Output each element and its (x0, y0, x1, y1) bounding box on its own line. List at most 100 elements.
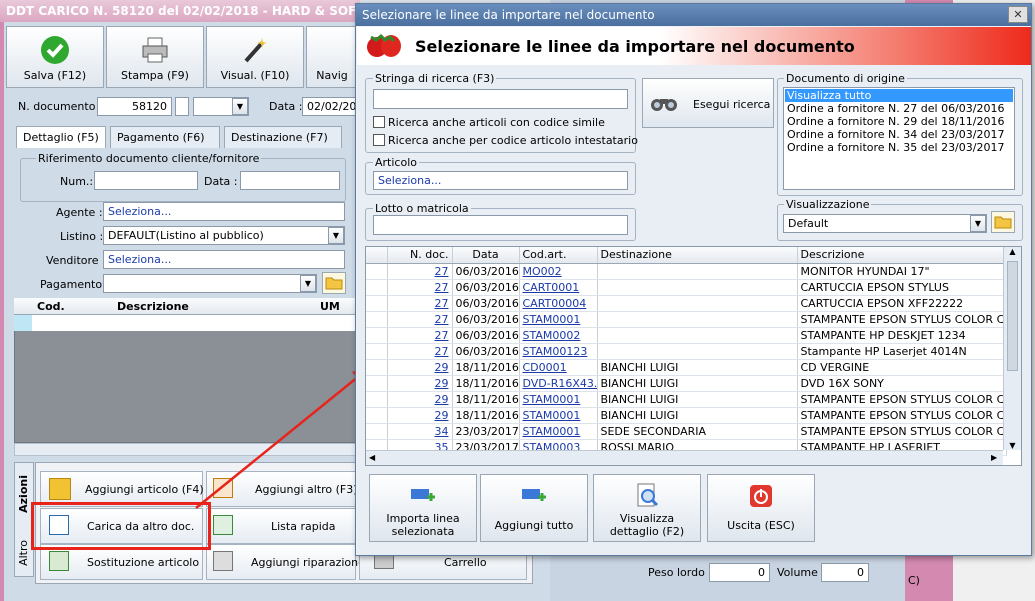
scroll-thumb[interactable] (1007, 261, 1018, 371)
cell-article-code-text[interactable]: STAM0001 (523, 425, 581, 438)
cell-doc-number-text[interactable]: 29 (435, 361, 449, 374)
table-row[interactable]: 27 06/03/2016 MO002 MONITOR HYUNDAI 17" (366, 263, 1007, 280)
origin-item[interactable]: Ordine a fornitore N. 34 del 23/03/2017 (785, 128, 1013, 141)
table-row[interactable]: 29 18/11/2016 DVD-R16X43... BIANCHI LUIGI DV… (366, 375, 1007, 392)
row-selector[interactable] (366, 359, 388, 376)
lot-input[interactable] (373, 215, 628, 235)
table-row[interactable]: 27 06/03/2016 CART00004 CARTUCCIA EPSON XFF… (366, 295, 1007, 312)
cell-destination[interactable] (597, 263, 798, 280)
origin-item-all[interactable]: Visualizza tutto (785, 89, 1013, 102)
cell-destination[interactable] (597, 343, 798, 360)
col-date[interactable]: Data (452, 247, 520, 264)
horizontal-scrollbar[interactable]: ◀ ▶ (366, 450, 1003, 465)
similar-code-checkbox[interactable] (373, 116, 385, 128)
cell-doc-number[interactable]: 29 (387, 359, 453, 376)
cell-doc-number[interactable]: 27 (387, 343, 453, 360)
results-grid[interactable]: N. doc. Data Cod.art. Destinazione Descr… (365, 246, 1022, 466)
article-field[interactable]: Seleziona... (373, 171, 628, 190)
cell-article-code[interactable]: STAM00123 (519, 343, 598, 360)
cell-destination[interactable]: BIANCHI LUIGI (597, 407, 798, 424)
cell-doc-number[interactable]: 27 (387, 327, 453, 344)
cell-article-code[interactable]: STAM0001 (519, 391, 598, 408)
cell-doc-number[interactable]: 29 (387, 375, 453, 392)
import-selected-button[interactable]: Importa linea selezionata (369, 474, 477, 542)
cell-date[interactable]: 18/11/2016 (452, 391, 520, 408)
cell-date[interactable]: 06/03/2016 (452, 279, 520, 296)
col-doc-number[interactable]: N. doc. (387, 247, 453, 264)
cell-description[interactable]: Stampante HP Laserjet 4014N (797, 343, 1007, 360)
cell-description[interactable]: CD VERGINE (797, 359, 1007, 376)
view-detail-button[interactable]: Visualizza dettaglio (F2) (593, 474, 701, 542)
table-row[interactable]: 27 06/03/2016 STAM0001 STAMPANTE EPSON STYL… (366, 311, 1007, 328)
row-selector[interactable] (366, 343, 388, 360)
cell-doc-number[interactable]: 29 (387, 407, 453, 424)
row-selector[interactable] (366, 279, 388, 296)
origin-list[interactable]: Visualizza tutto Ordine a fornitore N. 2… (783, 87, 1015, 190)
cell-article-code-text[interactable]: CD0001 (523, 361, 567, 374)
cell-date[interactable]: 06/03/2016 (452, 295, 520, 312)
cell-description[interactable]: STAMPANTE EPSON STYLUS COLOR C... (797, 391, 1007, 408)
cell-article-code[interactable]: STAM0002 (519, 327, 598, 344)
origin-item[interactable]: Ordine a fornitore N. 29 del 18/11/2016 (785, 115, 1013, 128)
view-select[interactable]: Default (783, 214, 987, 233)
cell-doc-number-text[interactable]: 27 (435, 281, 449, 294)
cell-doc-number-text[interactable]: 29 (435, 377, 449, 390)
holder-code-checkbox[interactable] (373, 134, 385, 146)
cell-article-code-text[interactable]: CART00004 (523, 297, 587, 310)
cell-date[interactable]: 06/03/2016 (452, 343, 520, 360)
folder-button[interactable] (991, 211, 1015, 233)
cell-description[interactable]: STAMPANTE EPSON STYLUS COLOR C... (797, 407, 1007, 424)
cell-article-code[interactable]: STAM0001 (519, 311, 598, 328)
cell-doc-number-text[interactable]: 27 (435, 329, 449, 342)
cell-doc-number-text[interactable]: 29 (435, 409, 449, 422)
cell-article-code[interactable]: MO002 (519, 263, 598, 280)
cell-date[interactable]: 06/03/2016 (452, 327, 520, 344)
cell-article-code[interactable]: STAM0001 (519, 423, 598, 440)
cell-doc-number[interactable]: 27 (387, 295, 453, 312)
table-row[interactable]: 29 18/11/2016 STAM0001 BIANCHI LUIGI STAMPAN… (366, 391, 1007, 408)
cell-article-code-text[interactable]: CART0001 (523, 281, 580, 294)
table-row[interactable]: 27 06/03/2016 CART0001 CARTUCCIA EPSON STYL… (366, 279, 1007, 296)
search-button[interactable]: Esegui ricerca (642, 78, 774, 128)
cell-article-code[interactable]: STAM0001 (519, 407, 598, 424)
cell-doc-number-text[interactable]: 27 (435, 297, 449, 310)
cell-date[interactable]: 06/03/2016 (452, 311, 520, 328)
cell-destination[interactable]: BIANCHI LUIGI (597, 359, 798, 376)
row-selector[interactable] (366, 407, 388, 424)
cell-description[interactable]: CARTUCCIA EPSON STYLUS (797, 279, 1007, 296)
cell-description[interactable]: DVD 16X SONY (797, 375, 1007, 392)
scroll-down-icon[interactable]: ▼ (1004, 441, 1021, 450)
table-row[interactable]: 27 06/03/2016 STAM00123 Stampante HP Laserj… (366, 343, 1007, 360)
cell-article-code[interactable]: CART0001 (519, 279, 598, 296)
cell-doc-number-text[interactable]: 29 (435, 393, 449, 406)
cell-article-code-text[interactable]: STAM0001 (523, 393, 581, 406)
cell-description[interactable]: STAMPANTE EPSON STYLUS COLOR C... (797, 311, 1007, 328)
row-selector[interactable] (366, 311, 388, 328)
scroll-right-icon[interactable]: ▶ (991, 453, 997, 462)
cell-doc-number[interactable]: 27 (387, 263, 453, 280)
row-selector[interactable] (366, 423, 388, 440)
cell-doc-number-text[interactable]: 27 (435, 345, 449, 358)
cell-description[interactable]: CARTUCCIA EPSON XFF22222 (797, 295, 1007, 312)
cell-article-code-text[interactable]: STAM0002 (523, 329, 581, 342)
cell-date[interactable]: 18/11/2016 (452, 407, 520, 424)
table-row[interactable]: 34 23/03/2017 STAM0001 SEDE SECONDARIA STAMP… (366, 423, 1007, 440)
scroll-left-icon[interactable]: ◀ (369, 453, 375, 462)
cell-article-code-text[interactable]: DVD-R16X43... (523, 377, 597, 390)
cell-article-code-text[interactable]: STAM0001 (523, 313, 581, 326)
exit-button[interactable]: Uscita (ESC) (707, 474, 815, 542)
cell-doc-number[interactable]: 27 (387, 311, 453, 328)
cell-date[interactable]: 18/11/2016 (452, 375, 520, 392)
origin-item[interactable]: Ordine a fornitore N. 27 del 06/03/2016 (785, 102, 1013, 115)
cell-article-code-text[interactable]: STAM0001 (523, 409, 581, 422)
cell-doc-number-text[interactable]: 27 (435, 265, 449, 278)
table-row[interactable]: 29 18/11/2016 STAM0001 BIANCHI LUIGI STAMPAN… (366, 407, 1007, 424)
cell-article-code[interactable]: DVD-R16X43... (519, 375, 598, 392)
row-selector[interactable] (366, 391, 388, 408)
cell-doc-number[interactable]: 34 (387, 423, 453, 440)
cell-article-code[interactable]: CD0001 (519, 359, 598, 376)
close-button[interactable]: ✕ (1008, 6, 1028, 23)
cell-doc-number-text[interactable]: 27 (435, 313, 449, 326)
cell-destination[interactable]: SEDE SECONDARIA (597, 423, 798, 440)
volume-field[interactable]: 0 (821, 563, 869, 582)
